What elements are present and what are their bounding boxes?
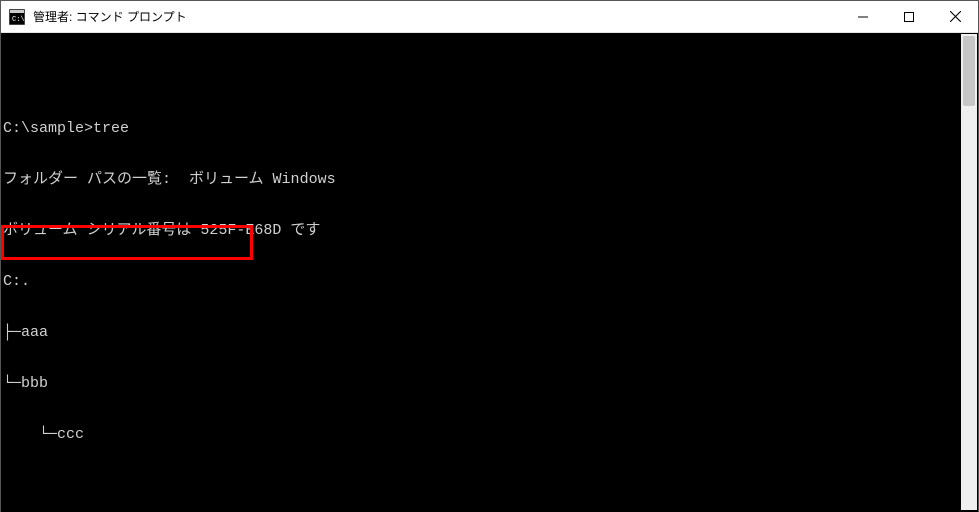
- scroll-thumb[interactable]: [963, 36, 975, 106]
- minimize-button[interactable]: [840, 1, 886, 33]
- terminal-line: C:\sample>tree: [3, 120, 978, 137]
- terminal-area[interactable]: C:\sample>tree フォルダー パスの一覧: ボリューム Window…: [1, 33, 978, 512]
- terminal-line: └─ccc: [3, 426, 978, 443]
- terminal-line: C:.: [3, 273, 978, 290]
- vertical-scrollbar[interactable]: [961, 34, 977, 510]
- terminal-line: フォルダー パスの一覧: ボリューム Windows: [3, 171, 978, 188]
- svg-text:C:\: C:\: [12, 16, 25, 24]
- maximize-button[interactable]: [886, 1, 932, 33]
- command-prompt-window: C:\ 管理者: コマンド プロンプト C:\sample>tree フォルダー…: [0, 0, 979, 512]
- cmd-icon: C:\: [9, 9, 25, 25]
- close-button[interactable]: [932, 1, 978, 33]
- terminal-line: ボリューム シリアル番号は 525F-E68D です: [3, 222, 978, 239]
- window-title: 管理者: コマンド プロンプト: [33, 8, 187, 25]
- terminal-line: └─bbb: [3, 375, 978, 392]
- terminal-line: ├─aaa: [3, 324, 978, 341]
- titlebar[interactable]: C:\ 管理者: コマンド プロンプト: [1, 1, 978, 33]
